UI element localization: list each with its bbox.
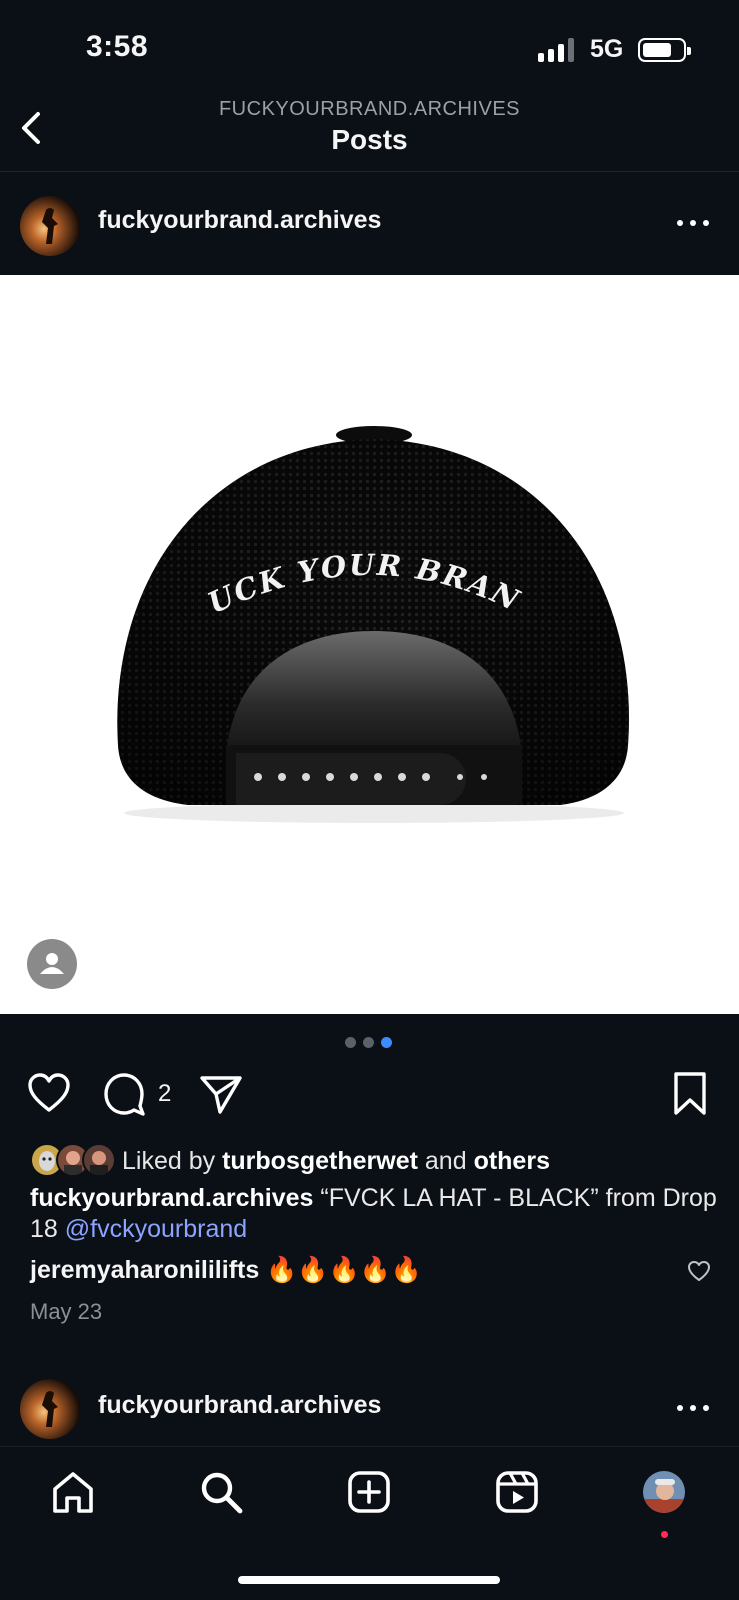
liker-username[interactable]: turbosgetherwet bbox=[222, 1147, 418, 1175]
next-post-header: fuckyourbrand.archives bbox=[0, 1363, 739, 1443]
likes-others-link[interactable]: others bbox=[474, 1147, 550, 1175]
carousel-dot-active bbox=[381, 1037, 392, 1048]
post-author-username[interactable]: fuckyourbrand.archives bbox=[98, 206, 381, 235]
search-icon[interactable] bbox=[196, 1467, 246, 1517]
caption-username[interactable]: fuckyourbrand.archives bbox=[30, 1184, 313, 1212]
post-actions: 2 bbox=[0, 1070, 739, 1122]
home-indicator bbox=[238, 1576, 500, 1584]
status-time: 3:58 bbox=[86, 30, 149, 63]
share-icon[interactable] bbox=[198, 1070, 244, 1118]
carousel-dot bbox=[345, 1037, 356, 1048]
next-post-author-username[interactable]: fuckyourbrand.archives bbox=[98, 1391, 381, 1420]
post-caption: fuckyourbrand.archives “FVCK LA HAT - BL… bbox=[30, 1183, 720, 1245]
carousel-dot bbox=[363, 1037, 374, 1048]
likes-prefix: Liked by bbox=[122, 1147, 216, 1175]
create-post-icon[interactable] bbox=[344, 1467, 394, 1517]
comment-text: 🔥🔥🔥🔥🔥 bbox=[266, 1256, 422, 1284]
status-bar: 3:58 5G bbox=[0, 0, 739, 100]
battery-icon bbox=[638, 38, 691, 62]
svg-text:FUCK YOUR BRAND: FUCK YOUR BRAND bbox=[0, 275, 526, 620]
post-date: May 23 bbox=[30, 1299, 103, 1324]
comment-username[interactable]: jeremyaharonililifts bbox=[30, 1256, 259, 1284]
signal-icon bbox=[538, 38, 578, 62]
top-comment: jeremyaharonililifts 🔥🔥🔥🔥🔥 bbox=[30, 1256, 720, 1296]
post-author-avatar[interactable] bbox=[20, 196, 80, 256]
tagged-people-icon[interactable] bbox=[27, 939, 77, 989]
likes-summary: Liked by turbosgetherwet and others bbox=[122, 1147, 550, 1176]
page-title: Posts bbox=[331, 124, 408, 155]
network-type: 5G bbox=[590, 35, 624, 63]
likes-and: and bbox=[424, 1147, 467, 1175]
notification-dot bbox=[661, 1531, 668, 1538]
home-icon[interactable] bbox=[48, 1467, 98, 1517]
save-bookmark-icon[interactable] bbox=[670, 1070, 710, 1118]
carousel-indicator bbox=[345, 1037, 405, 1049]
comment-icon[interactable] bbox=[102, 1070, 148, 1118]
post-image[interactable]: FUCK YOUR BRAND bbox=[0, 275, 739, 1014]
post-header: fuckyourbrand.archives bbox=[0, 178, 739, 274]
hat-embroidery: FUCK YOUR BRAND bbox=[0, 275, 524, 620]
header-account-name: FUCKYOURBRAND.ARCHIVES bbox=[218, 98, 521, 120]
reels-icon[interactable] bbox=[492, 1467, 542, 1517]
more-options-icon[interactable] bbox=[675, 218, 711, 228]
likes-row[interactable]: Liked by turbosgetherwet and others bbox=[30, 1143, 720, 1179]
caption-mention[interactable]: @fvckyourbrand bbox=[65, 1215, 247, 1243]
nav-header: FUCKYOURBRAND.ARCHIVES Posts bbox=[0, 90, 739, 172]
comment-heart-icon[interactable] bbox=[686, 1258, 712, 1284]
hat-image: FUCK YOUR BRAND bbox=[0, 275, 629, 823]
liker-avatars bbox=[30, 1143, 118, 1177]
heart-icon[interactable] bbox=[26, 1070, 72, 1118]
comment-count: 2 bbox=[158, 1080, 172, 1107]
next-post-author-avatar[interactable] bbox=[20, 1379, 80, 1439]
profile-tab-avatar[interactable] bbox=[641, 1469, 687, 1515]
liker-avatar bbox=[82, 1143, 116, 1177]
next-post-more-options-icon[interactable] bbox=[675, 1403, 711, 1413]
